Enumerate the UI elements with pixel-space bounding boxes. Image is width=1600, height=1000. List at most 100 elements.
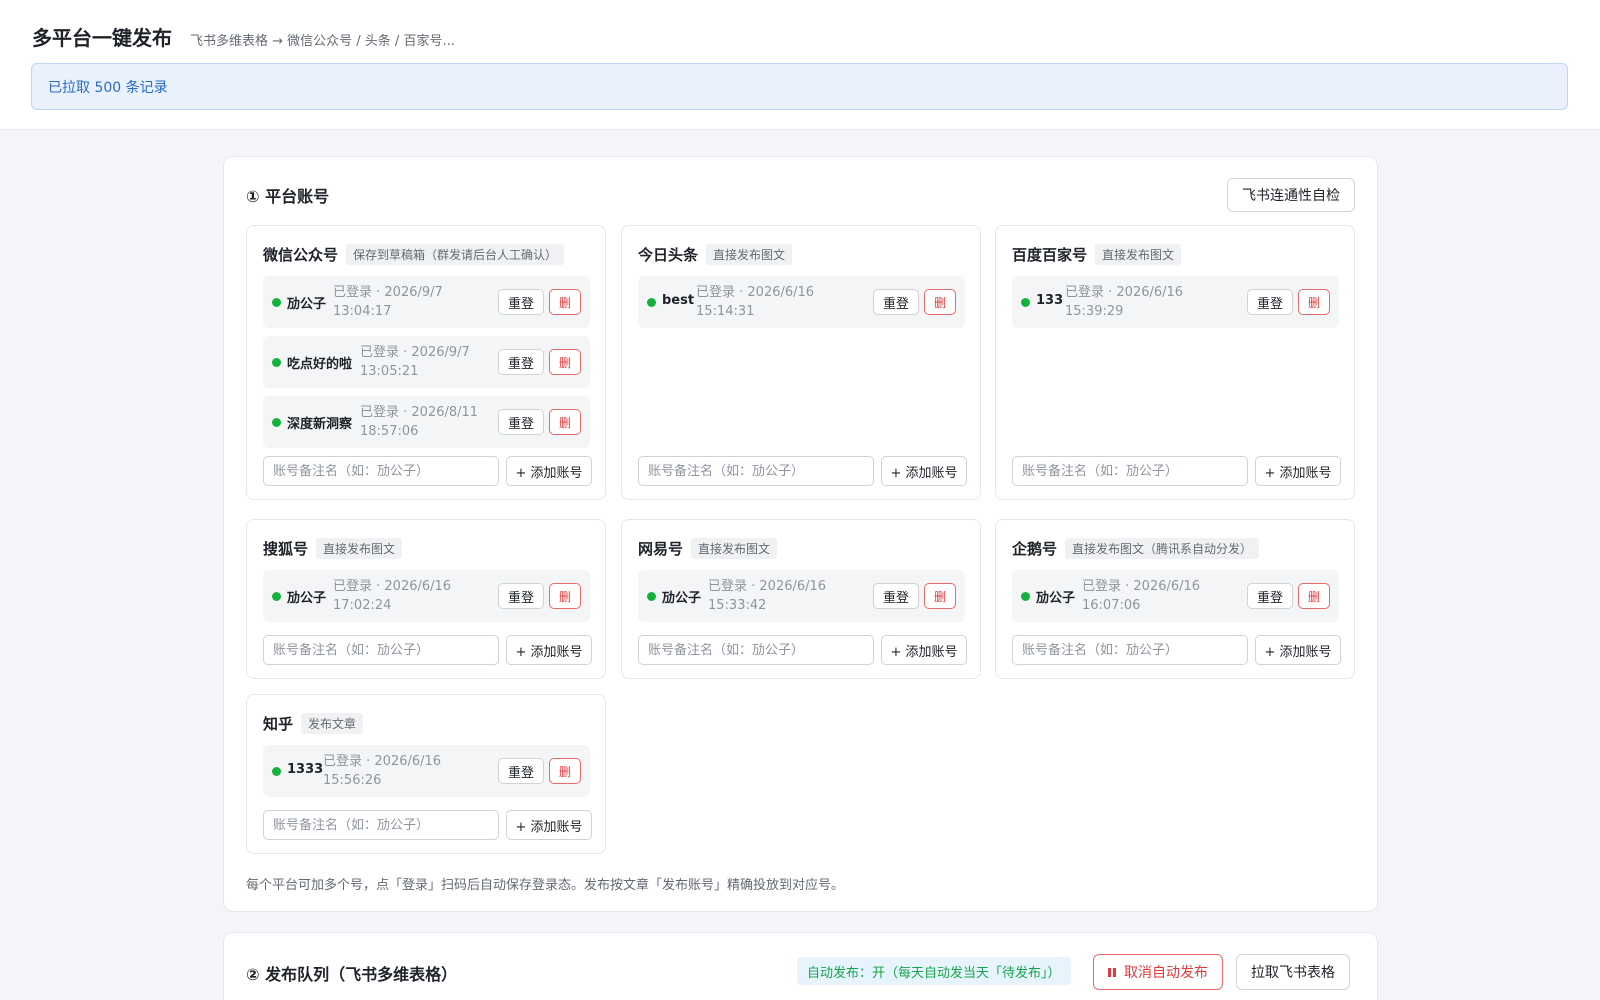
account-name: 劢公子	[287, 297, 327, 312]
platform-name: 百度百家号	[1012, 246, 1088, 264]
platform-name: 网易号	[638, 540, 684, 558]
relogin-button[interactable]: 重登	[498, 583, 544, 609]
relogin-button[interactable]: 重登	[498, 289, 544, 315]
delete-account-button[interactable]: 删	[1298, 289, 1330, 315]
add-account-button[interactable]: + 添加账号	[506, 810, 592, 840]
account-login-date: 已登录 · 2026/6/16	[696, 285, 815, 300]
delete-account-button[interactable]: 删	[1298, 583, 1330, 609]
account-alias-input[interactable]	[263, 456, 499, 486]
delete-account-button[interactable]: 删	[549, 349, 581, 375]
online-status-dot-icon	[647, 592, 656, 601]
accounts-hint: 每个平台可加多个号，点「登录」扫码后自动保存登录态。发布按文章「发布账号」精确投…	[246, 878, 845, 893]
fetch-status-banner: 已拉取 500 条记录	[31, 63, 1568, 110]
account-row: 劢公子 已登录 · 2026/9/7 13:04:17 重登删	[263, 276, 590, 328]
account-name: 133	[1036, 293, 1064, 308]
account-name: 吃点好的啦	[287, 357, 353, 372]
account-row: best 已登录 · 2026/6/16 15:14:31 重登删	[638, 276, 965, 328]
account-login-time: 15:33:42	[708, 598, 767, 613]
online-status-dot-icon	[272, 418, 281, 427]
account-login-status: 已登录 · 2026/6/16 17:02:24	[333, 577, 451, 615]
feishu-connectivity-check-button[interactable]: 飞书连通性自检	[1227, 178, 1355, 212]
relogin-button[interactable]: 重登	[873, 289, 919, 315]
platform-card: 微信公众号 保存到草稿箱（群发请后台人工确认） 劢公子 已登录 · 2026/9/7 1…	[246, 225, 606, 500]
account-row: 劢公子 已登录 · 2026/6/16 16:07:06 重登删	[1012, 570, 1339, 622]
platform-card: 搜狐号直接发布图文劢公子已登录 · 2026/6/16 17:02:24 重登删 + …	[246, 519, 606, 679]
account-login-status: 已登录 · 2026/6/16 15:56:26	[323, 752, 441, 790]
platform-publish-mode-tag: 发布文章	[301, 713, 364, 734]
account-login-time: 13:05:21	[360, 364, 419, 379]
online-status-dot-icon	[272, 592, 281, 601]
platform-card-header: 知乎 发布文章	[263, 713, 364, 734]
platform-publish-mode-tag: 保存到草稿箱（群发请后台人工确认）	[346, 244, 565, 265]
account-name: 1333	[287, 762, 324, 777]
account-alias-input[interactable]	[1012, 635, 1248, 665]
account-login-time: 15:56:26	[323, 773, 382, 788]
platform-card: 网易号直接发布图文劢公子已登录 · 2026/6/16 15:33:42 重登删 + …	[621, 519, 981, 679]
delete-account-button[interactable]: 删	[549, 583, 581, 609]
platform-publish-mode-tag: 直接发布图文（腾讯系自动分发）	[1065, 538, 1260, 559]
online-status-dot-icon	[647, 298, 656, 307]
account-row: 劢公子 已登录 · 2026/6/16 17:02:24 重登删	[263, 570, 590, 622]
queue-section-title: ② 发布队列（飞书多维表格）	[246, 965, 458, 984]
add-account-button[interactable]: + 添加账号	[506, 635, 592, 665]
account-login-time: 15:39:29	[1065, 304, 1124, 319]
account-row: 劢公子 已登录 · 2026/6/16 15:33:42 重登删	[638, 570, 965, 622]
account-alias-input[interactable]	[1012, 456, 1248, 486]
relogin-button[interactable]: 重登	[498, 349, 544, 375]
account-alias-input[interactable]	[263, 810, 499, 840]
add-account-button[interactable]: + 添加账号	[1255, 635, 1341, 665]
account-login-status: 已登录 · 2026/6/16 15:14:31	[696, 283, 814, 321]
delete-account-button[interactable]: 删	[549, 409, 581, 435]
account-row: 133 已登录 · 2026/6/16 15:39:29 重登删	[1012, 276, 1339, 328]
relogin-button[interactable]: 重登	[498, 758, 544, 784]
platform-publish-mode-tag: 直接发布图文	[1095, 244, 1182, 265]
online-status-dot-icon	[272, 358, 281, 367]
relogin-button[interactable]: 重登	[1247, 289, 1293, 315]
account-alias-input[interactable]	[638, 635, 874, 665]
account-login-time: 17:02:24	[333, 598, 392, 613]
pull-feishu-table-button[interactable]: 拉取飞书表格	[1236, 954, 1350, 990]
account-login-time: 18:57:06	[360, 424, 419, 439]
account-login-date: 已登录 · 2026/6/16	[333, 579, 452, 594]
account-alias-input[interactable]	[638, 456, 874, 486]
platform-card: 百度百家号 直接发布图文 133 已登录 · 2026/6/16 15:39:29 重登删…	[995, 225, 1355, 500]
accounts-section-title: ① 平台账号	[246, 187, 330, 206]
delete-account-button[interactable]: 删	[549, 289, 581, 315]
account-login-date: 已登录 · 2026/9/7	[360, 345, 470, 360]
account-name: best	[662, 293, 695, 308]
cancel-auto-publish-button[interactable]: 取消自动发布	[1093, 954, 1223, 990]
title-row: 多平台一键发布 飞书多维表格 → 微信公众号 / 头条 / 百家号...	[32, 22, 455, 51]
platform-card: 今日头条 直接发布图文 best 已登录 · 2026/6/16 15:14:31 重登删…	[621, 225, 981, 500]
account-row: 深度新洞察 已登录 · 2026/8/11 18:57:06 重登删	[263, 396, 590, 448]
account-login-time: 15:14:31	[696, 304, 755, 319]
add-account-button[interactable]: + 添加账号	[881, 456, 967, 486]
account-login-date: 已登录 · 2026/6/16	[323, 754, 442, 769]
relogin-button[interactable]: 重登	[1247, 583, 1293, 609]
relogin-button[interactable]: 重登	[873, 583, 919, 609]
platform-card-header: 网易号 直接发布图文	[638, 538, 778, 559]
account-login-status: 已登录 · 2026/9/7 13:05:21	[360, 343, 470, 381]
platform-card-header: 今日头条 直接发布图文	[638, 244, 793, 265]
top-header: 多平台一键发布 飞书多维表格 → 微信公众号 / 头条 / 百家号... 已拉取…	[0, 0, 1600, 130]
account-login-status: 已登录 · 2026/6/16 16:07:06	[1082, 577, 1200, 615]
platform-card-header: 百度百家号 直接发布图文	[1012, 244, 1182, 265]
cancel-auto-publish-label: 取消自动发布	[1124, 965, 1208, 981]
account-login-date: 已登录 · 2026/6/16	[1082, 579, 1201, 594]
platform-name: 企鹅号	[1012, 540, 1058, 558]
delete-account-button[interactable]: 删	[924, 289, 956, 315]
platform-publish-mode-tag: 直接发布图文	[691, 538, 778, 559]
add-account-button[interactable]: + 添加账号	[881, 635, 967, 665]
account-row: 1333 已登录 · 2026/6/16 15:56:26 重登删	[263, 745, 590, 797]
account-alias-input[interactable]	[263, 635, 499, 665]
platform-publish-mode-tag: 直接发布图文	[316, 538, 403, 559]
account-login-date: 已登录 · 2026/9/7	[333, 285, 443, 300]
account-login-date: 已登录 · 2026/6/16	[708, 579, 827, 594]
account-name: 劢公子	[1036, 591, 1076, 606]
add-account-button[interactable]: + 添加账号	[1255, 456, 1341, 486]
delete-account-button[interactable]: 删	[924, 583, 956, 609]
account-login-date: 已登录 · 2026/8/11	[360, 405, 479, 420]
account-login-time: 16:07:06	[1082, 598, 1141, 613]
add-account-button[interactable]: + 添加账号	[506, 456, 592, 486]
relogin-button[interactable]: 重登	[498, 409, 544, 435]
delete-account-button[interactable]: 删	[549, 758, 581, 784]
